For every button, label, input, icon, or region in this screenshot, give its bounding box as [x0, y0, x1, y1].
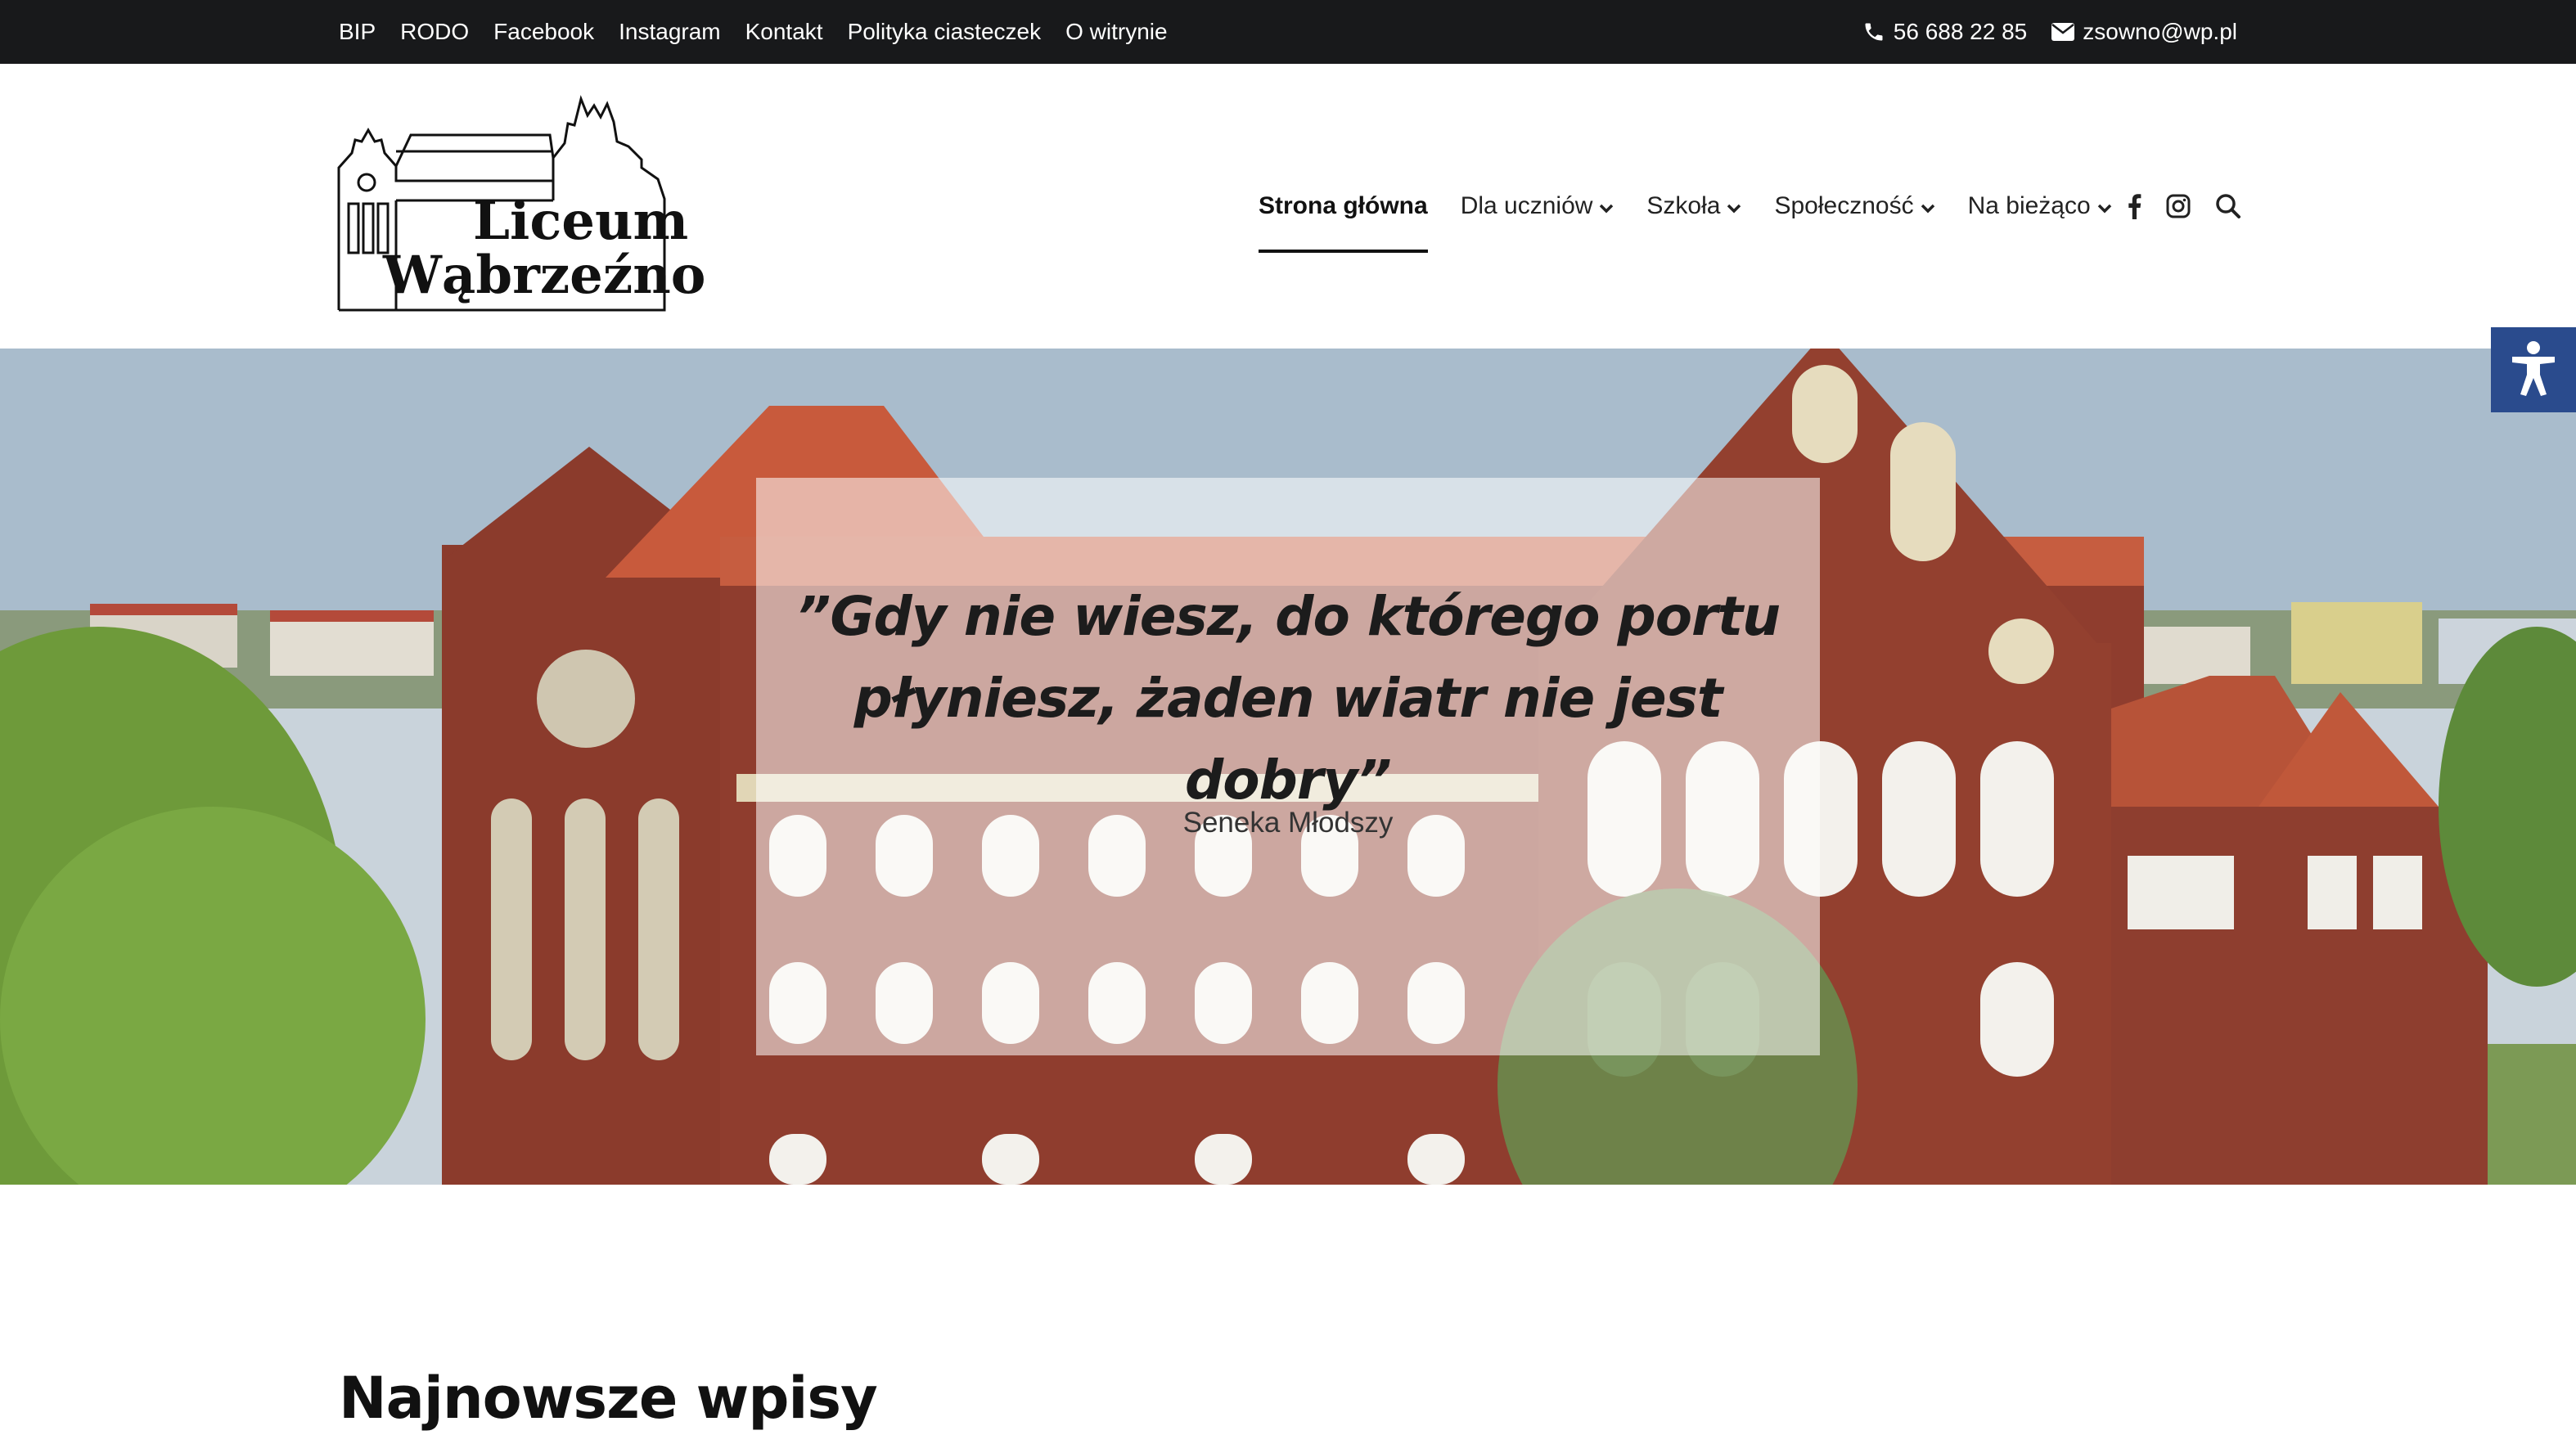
latest-posts-heading: Najnowsze wpisy [339, 1365, 878, 1432]
nav-item-current[interactable]: Na bieżąco [1968, 192, 2112, 220]
top-link-bip[interactable]: BIP [339, 19, 376, 45]
logo-line-1: Liceum [473, 191, 689, 252]
email-link[interactable]: zsowno@wp.pl [2051, 19, 2237, 45]
search-icon[interactable] [2215, 193, 2241, 219]
quote-line-1: ”Gdy nie wiesz, do którego portu [795, 585, 1781, 648]
instagram-icon[interactable] [2166, 194, 2191, 218]
phone-link[interactable]: 56 688 22 85 [1862, 19, 2028, 45]
logo-line-2: Wąbrzeźno [383, 245, 706, 306]
accessibility-button[interactable] [2491, 327, 2576, 412]
quote-text: ”Gdy nie wiesz, do którego portu płynies… [756, 576, 1820, 821]
facebook-icon[interactable] [2127, 193, 2141, 219]
quote-box: ”Gdy nie wiesz, do którego portu płynies… [756, 478, 1820, 1055]
top-link-facebook[interactable]: Facebook [493, 19, 594, 45]
top-contact: 56 688 22 85 zsowno@wp.pl [1862, 0, 2237, 64]
nav-label: Dla uczniów [1460, 192, 1593, 219]
hero-banner: ”Gdy nie wiesz, do którego portu płynies… [0, 349, 2576, 1185]
nav-label: Społeczność [1774, 192, 1914, 219]
top-link-kontakt[interactable]: Kontakt [745, 19, 823, 45]
chevron-down-icon [2097, 192, 2112, 220]
quote-line-2: płyniesz, żaden wiatr nie jest dobry” [853, 667, 1723, 812]
top-bar: BIP RODO Facebook Instagram Kontakt Poli… [0, 0, 2576, 64]
nav-label: Na bieżąco [1967, 192, 2091, 219]
chevron-down-icon [1921, 192, 1935, 220]
envelope-icon [2051, 23, 2075, 41]
main-nav: Strona główna Dla uczniów Szkoła Społecz… [1259, 64, 2241, 349]
top-link-cookies[interactable]: Polityka ciasteczek [848, 19, 1042, 45]
nav-label: Strona główna [1259, 192, 1428, 219]
nav-item-home[interactable]: Strona główna [1259, 192, 1428, 253]
chevron-down-icon [1599, 192, 1614, 220]
top-link-rodo[interactable]: RODO [400, 19, 469, 45]
top-link-about[interactable]: O witrynie [1065, 19, 1167, 45]
nav-item-school[interactable]: Szkoła [1646, 192, 1741, 220]
top-links: BIP RODO Facebook Instagram Kontakt Poli… [339, 0, 1168, 64]
phone-icon [1862, 20, 1885, 43]
nav-item-community[interactable]: Społeczność [1774, 192, 1934, 220]
quote-author: Seneka Młodszy [1182, 807, 1394, 839]
site-logo[interactable]: Liceum Wąbrzeźno [337, 94, 705, 312]
nav-label: Szkoła [1646, 192, 1721, 219]
chevron-down-icon [1727, 192, 1741, 220]
phone-number: 56 688 22 85 [1893, 19, 2028, 44]
accessibility-icon [2509, 340, 2558, 400]
top-link-instagram[interactable]: Instagram [619, 19, 721, 45]
nav-item-students[interactable]: Dla uczniów [1461, 192, 1615, 220]
email-address: zsowno@wp.pl [2083, 19, 2237, 44]
